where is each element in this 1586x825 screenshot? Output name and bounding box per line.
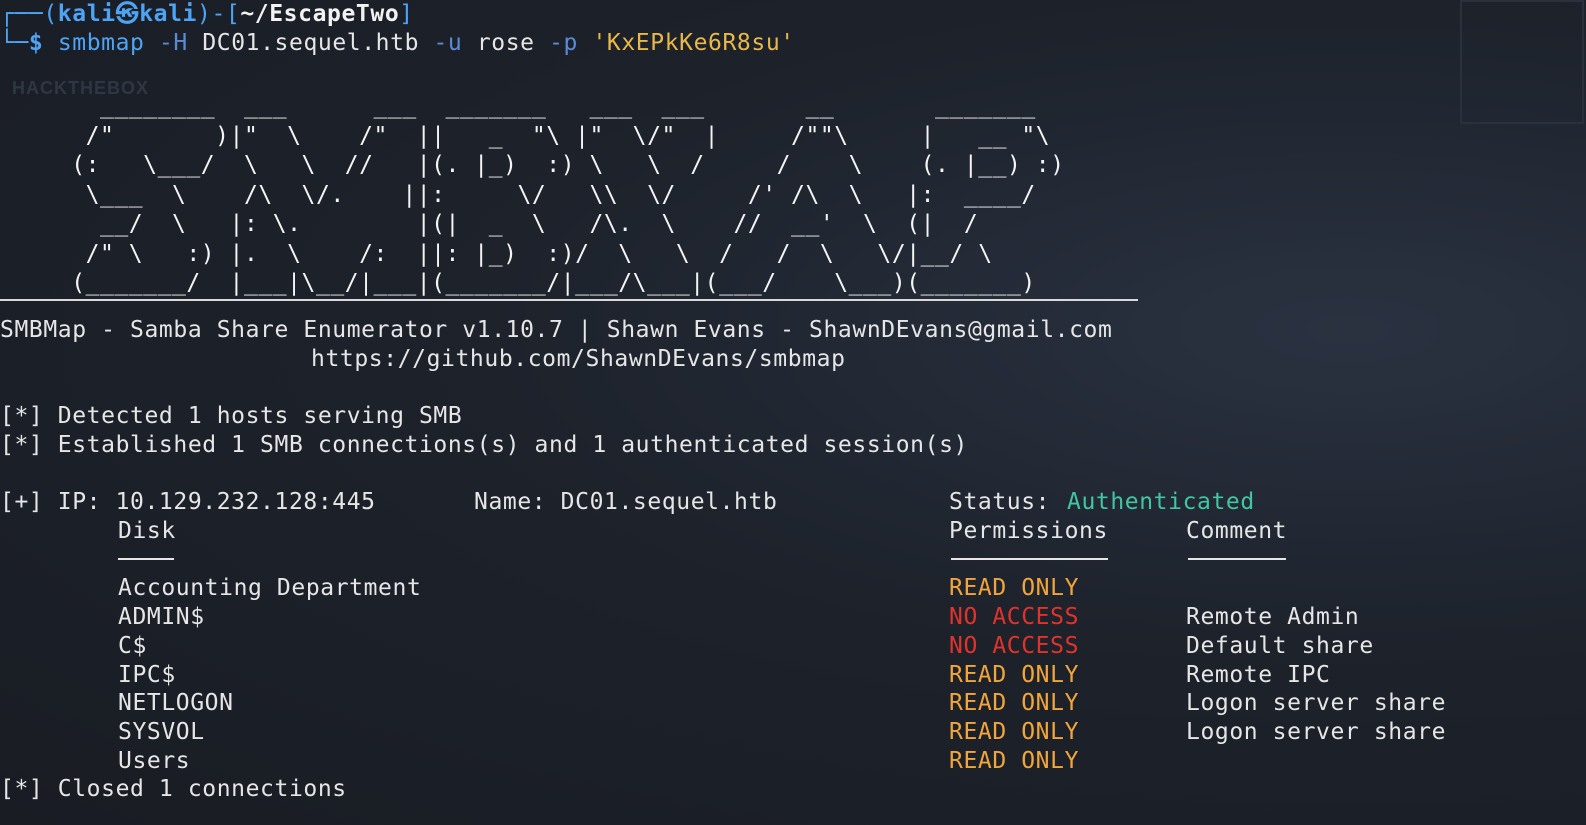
share-permission: READ ONLY	[949, 690, 1080, 716]
command-name: smbmap	[57, 30, 145, 56]
permissions-header-underline	[951, 558, 1108, 560]
share-name: SYSVOL	[118, 719, 205, 745]
share-name: ADMIN$	[118, 604, 205, 630]
share-permission: NO ACCESS	[949, 633, 1080, 659]
smbmap-ascii-banner: ________ ___ ___ _______ ___ ___ __ ____…	[71, 93, 1065, 296]
comment-header-underline	[1188, 558, 1286, 560]
share-name: Accounting Department	[118, 575, 422, 601]
password-string: 'KxEPkKe6R8su'	[592, 30, 795, 56]
share-name: Users	[118, 748, 191, 774]
detected-message: [*] Detected 1 hosts serving SMB	[0, 403, 463, 429]
command-line: └─$ smbmap -H DC01.sequel.htb -u rose -p…	[0, 30, 795, 56]
share-name: NETLOGON	[118, 690, 234, 716]
share-permission: READ ONLY	[949, 575, 1080, 601]
share-comment: Logon server share	[1186, 719, 1447, 745]
tool-info-line: SMBMap - Samba Share Enumerator v1.10.7 …	[0, 317, 1113, 343]
share-comment: Logon server share	[1186, 690, 1447, 716]
share-comment: Remote Admin	[1186, 604, 1360, 630]
share-permission: READ ONLY	[949, 748, 1080, 774]
status-label: Status:	[949, 489, 1051, 515]
share-permission: NO ACCESS	[949, 604, 1080, 630]
share-name: IPC$	[118, 662, 176, 688]
share-permission: READ ONLY	[949, 719, 1080, 745]
tool-url: https://github.com/ShawnDEvans/smbmap	[311, 346, 846, 372]
comment-header: Comment	[1186, 518, 1288, 544]
status-badge: Authenticated	[1067, 489, 1255, 515]
share-comment: Remote IPC	[1186, 662, 1331, 688]
established-message: [*] Established 1 SMB connections(s) and…	[0, 432, 968, 458]
host-name: Name: DC01.sequel.htb	[474, 489, 778, 515]
closed-message: [*] Closed 1 connections	[0, 776, 347, 802]
share-name: C$	[118, 633, 147, 659]
prompt-line: ┌──(kali㉿kali)-[~/EscapeTwo]	[0, 1, 414, 27]
permissions-header: Permissions	[949, 518, 1108, 544]
banner-divider	[0, 299, 1138, 301]
disk-header: Disk	[118, 518, 176, 544]
share-comment: Default share	[1186, 633, 1374, 659]
terminal-window[interactable]: HACKTHEBOX ┌──(kali㉿kali)-[~/EscapeTwo] …	[0, 0, 1586, 825]
background-decoration	[1460, 0, 1584, 124]
host-ip: [+] IP: 10.129.232.128:445	[0, 489, 376, 515]
disk-header-underline	[118, 558, 174, 560]
share-permission: READ ONLY	[949, 662, 1080, 688]
